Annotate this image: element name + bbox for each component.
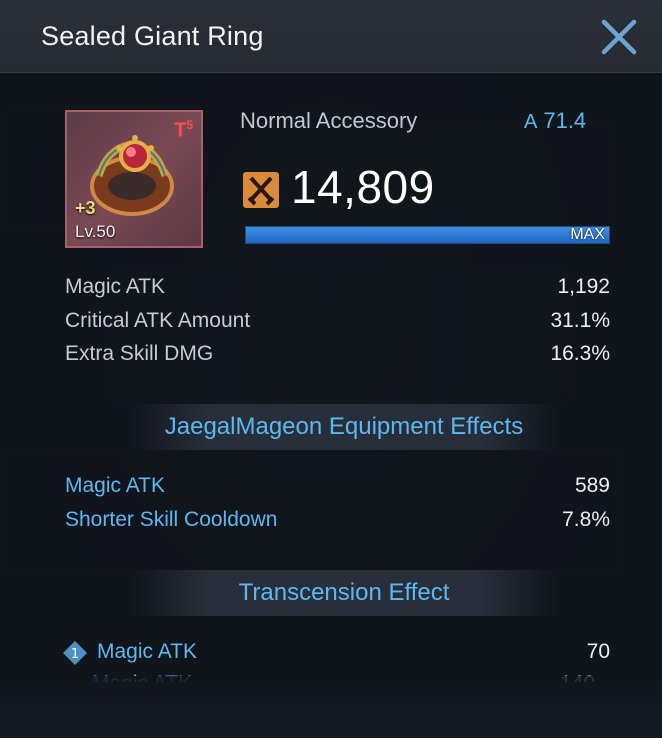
transcension-heading: Transcension Effect [130, 570, 558, 616]
stat-row: Critical ATK Amount 31.1% [65, 309, 610, 337]
stat-row: Magic ATK 1,192 [65, 275, 610, 303]
stat-name: Shorter Skill Cooldown [65, 508, 278, 531]
stat-row: Magic ATK 589 [65, 474, 610, 502]
equipment-effects-heading: JaegalMageon Equipment Effects [130, 404, 558, 450]
item-slot[interactable]: T5 +3 Lv.50 [65, 110, 203, 248]
stat-name: Critical ATK Amount [65, 309, 251, 332]
stat-value: 7.8% [562, 508, 610, 531]
combat-power: 14,809 [291, 161, 435, 213]
stat-name: Magic ATK [65, 275, 165, 298]
grade-value: 71.4 [543, 108, 587, 133]
item-tooltip-panel: Sealed Giant Ring T5 +3 Lv.50 Normal Acc… [0, 0, 662, 738]
enhance-level: +3 [75, 198, 96, 218]
crossed-swords-icon [243, 172, 279, 208]
progress-label: MAX [570, 226, 605, 243]
tier-badge: T5 [174, 118, 193, 142]
item-title: Sealed Giant Ring [41, 21, 264, 51]
enhance-progress-bar: MAX [245, 226, 610, 244]
title-bar: Sealed Giant Ring [0, 0, 662, 73]
stat-value: 589 [574, 474, 610, 497]
stat-value: 70 [586, 640, 610, 663]
stat-value: 16.3% [550, 342, 610, 365]
grade-letter: A [524, 111, 538, 133]
stat-row: Extra Skill DMG 16.3% [65, 342, 610, 370]
svg-text:1: 1 [71, 647, 79, 662]
progress-fill [246, 227, 609, 243]
stat-value: 31.1% [550, 309, 610, 332]
stat-value: 1,192 [557, 275, 610, 298]
item-level: Lv.50 [75, 222, 116, 241]
close-button[interactable] [596, 14, 642, 60]
diamond-icon: 1 [63, 641, 87, 665]
stat-name: Magic ATK [65, 474, 165, 497]
stat-row: Magic ATK 70 [97, 640, 610, 668]
stat-name: Magic ATK [97, 640, 197, 663]
stat-name: Extra Skill DMG [65, 342, 214, 365]
close-icon [601, 19, 637, 55]
scroll-fade [0, 676, 662, 738]
item-grade: A 71.4 [524, 108, 586, 134]
item-category: Normal Accessory [240, 108, 418, 133]
stat-row: Shorter Skill Cooldown 7.8% [65, 508, 610, 536]
